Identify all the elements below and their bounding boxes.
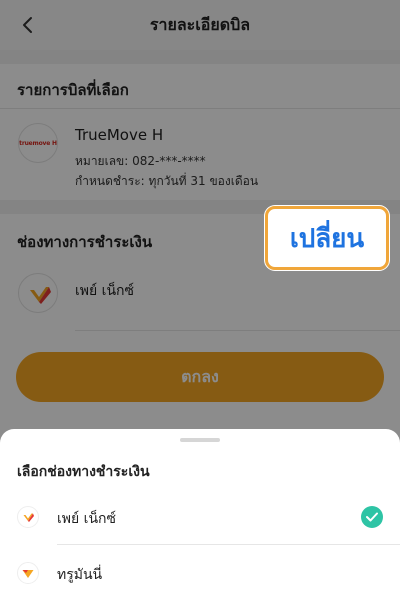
check-icon [361, 506, 383, 528]
payment-option-label: เพย์ เน็กซ์ [57, 511, 117, 527]
payment-option-truemoney[interactable]: ทรูมันนี่ [0, 551, 400, 595]
sheet-drag-handle[interactable] [180, 438, 220, 442]
divider [57, 544, 400, 545]
truemoney-icon [22, 570, 34, 578]
payment-option-label: ทรูมันนี่ [57, 567, 103, 583]
paynext-logo [17, 506, 39, 528]
change-label: เปลี่ยน [289, 223, 365, 254]
payment-method-sheet: เลือกช่องทางชำระเงิน เพย์ เน็กซ์ ทรูมันน… [0, 429, 400, 600]
change-payment-highlight[interactable]: เปลี่ยน [265, 206, 389, 270]
sheet-title: เลือกช่องทางชำระเงิน [17, 464, 150, 480]
paynext-icon [23, 513, 34, 522]
truemoney-logo [17, 562, 39, 584]
payment-option-paynext[interactable]: เพย์ เน็กซ์ [0, 495, 400, 539]
